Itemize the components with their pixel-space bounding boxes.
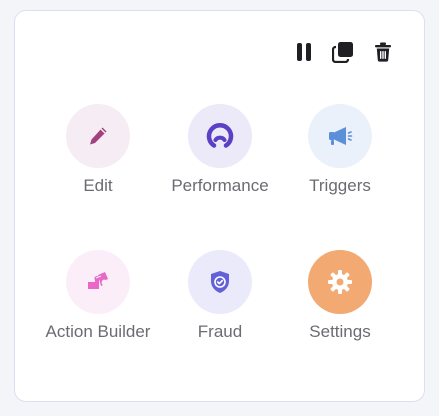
triggers-icon-circle [308,104,372,168]
tile-performance[interactable]: Performance [155,104,285,208]
tile-triggers[interactable]: Triggers [275,104,405,208]
tile-label: Edit [83,176,113,195]
tile-action-builder[interactable]: Action Builder [33,250,163,354]
megaphone-icon [329,127,353,145]
edit-icon-circle [66,104,130,168]
trash-icon [375,42,391,62]
settings-icon-circle [308,250,372,314]
action-menu-card: Edit Performance Triggers Action Builder… [14,10,425,402]
tile-label: Fraud [197,322,243,341]
delete-button[interactable] [371,40,395,64]
fraud-icon-circle [188,250,252,314]
performance-icon-circle [188,104,252,168]
tile-label: Triggers [309,176,371,195]
puzzle-icon [88,272,108,289]
gear-icon [328,270,352,294]
pause-button[interactable] [292,40,316,64]
action-builder-icon-circle [66,250,130,314]
pencil-icon [90,127,107,145]
gauge-icon [206,123,234,148]
duplicate-button[interactable] [331,40,355,64]
tile-label: Action Builder [45,322,151,341]
tile-edit[interactable]: Edit [33,104,163,208]
tile-fraud[interactable]: Fraud [155,250,285,354]
tile-label: Settings [309,322,371,341]
tile-label: Performance [171,176,269,195]
shield-check-icon [211,271,229,293]
duplicate-icon [332,42,353,63]
tile-settings[interactable]: Settings [275,250,405,354]
pause-icon [297,43,311,61]
